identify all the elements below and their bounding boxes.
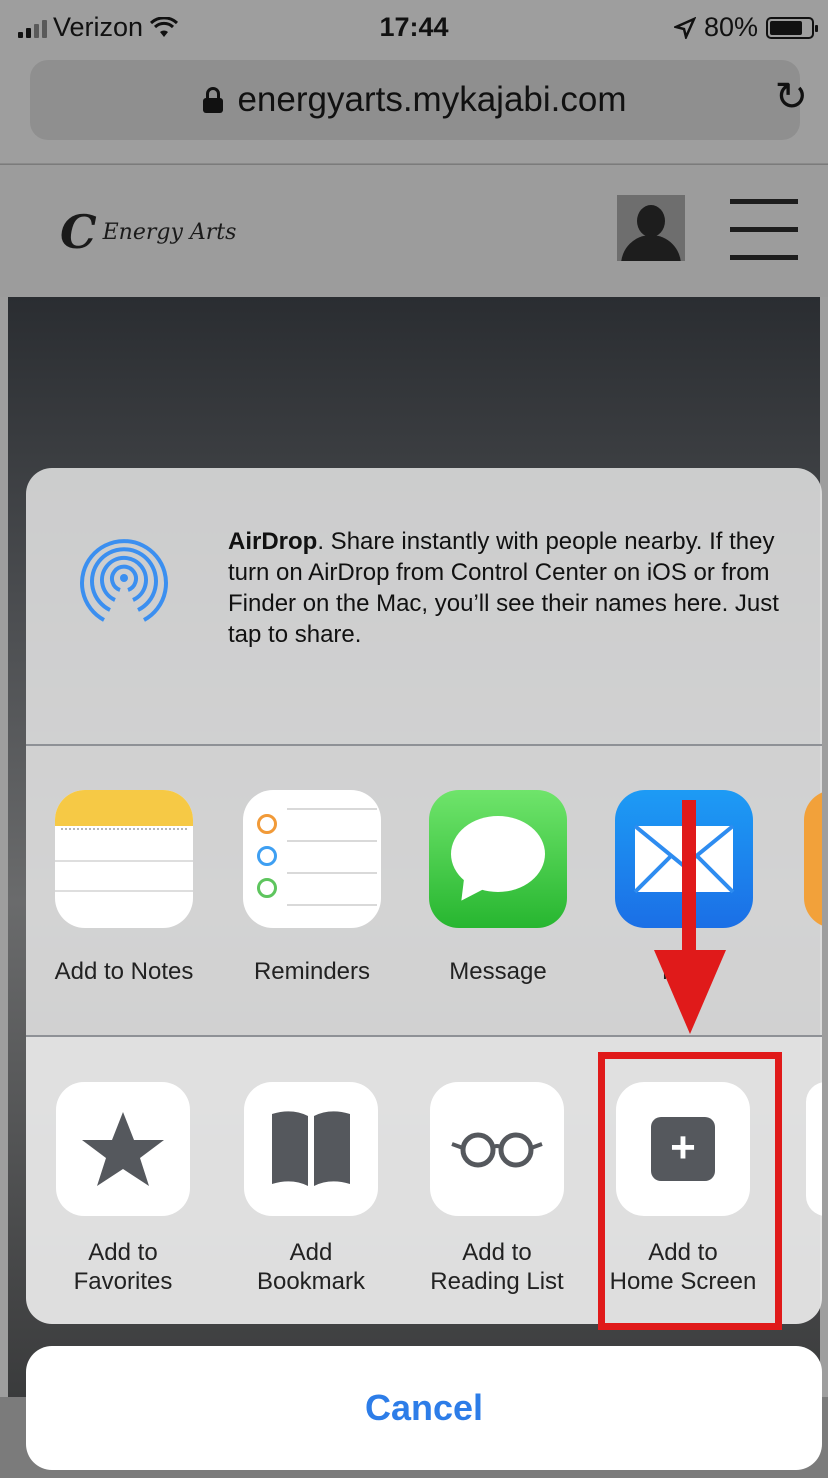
site-logo[interactable]: C Energy Arts [60, 209, 236, 255]
battery-area: 80% [673, 12, 818, 43]
reload-icon[interactable]: ↻ [774, 74, 808, 120]
action-label-line: Favorites [73, 1268, 173, 1295]
section-divider [26, 744, 822, 746]
cancel-button[interactable]: Cancel [26, 1346, 822, 1470]
action-add-to-reading-list[interactable]: Add to Reading List [404, 1082, 590, 1296]
battery-icon [766, 16, 818, 39]
glasses-icon [430, 1082, 564, 1216]
app-label: Reminders [253, 958, 371, 985]
star-icon [56, 1082, 190, 1216]
user-avatar[interactable] [617, 195, 685, 261]
book-icon [244, 1082, 378, 1216]
action-label-line: Add [289, 1239, 333, 1266]
logo-mark-icon: C [60, 205, 97, 259]
site-header: C Energy Arts [0, 165, 828, 297]
airdrop-icon [80, 539, 168, 622]
menu-icon[interactable] [730, 197, 798, 261]
action-label-line: Bookmark [256, 1268, 366, 1295]
action-label-line: Add to [88, 1239, 158, 1266]
battery-percent: 80% [703, 12, 758, 42]
message-icon [429, 790, 567, 928]
action-add-to-favorites[interactable]: Add to Favorites [30, 1082, 216, 1296]
share-app-reminders[interactable]: Reminders [222, 790, 402, 986]
url-text: energyarts.mykajabi.com [237, 80, 627, 119]
reminders-icon [243, 790, 381, 928]
more-apps-icon[interactable] [804, 790, 822, 928]
page-margin-left [0, 297, 8, 1397]
more-actions-icon[interactable] [806, 1082, 822, 1216]
browser-toolbar: energyarts.mykajabi.com ↻ [0, 56, 828, 164]
action-label-line: Add to [462, 1239, 532, 1266]
status-bar: Verizon 17:44 80% [0, 0, 828, 56]
address-bar[interactable]: energyarts.mykajabi.com [30, 60, 800, 140]
action-label-line: Reading List [430, 1268, 564, 1295]
location-arrow-icon [673, 16, 696, 39]
action-add-bookmark[interactable]: Add Bookmark [218, 1082, 404, 1296]
share-app-notes[interactable]: Add to Notes [34, 790, 214, 986]
airdrop-title: AirDrop [228, 528, 318, 555]
lock-icon [203, 87, 224, 113]
annotation-arrow-head [654, 950, 726, 1034]
share-app-message[interactable]: Message [408, 790, 588, 986]
notes-icon [55, 790, 193, 928]
airdrop-description: AirDrop. Share instantly with people nea… [228, 526, 808, 650]
app-label: Add to Notes [54, 958, 194, 985]
app-label: Message [449, 958, 547, 985]
battery-fill [770, 20, 802, 35]
logo-text: Energy Arts [102, 219, 237, 245]
annotation-arrow-shaft [682, 800, 696, 960]
annotation-highlight-box [598, 1052, 782, 1330]
